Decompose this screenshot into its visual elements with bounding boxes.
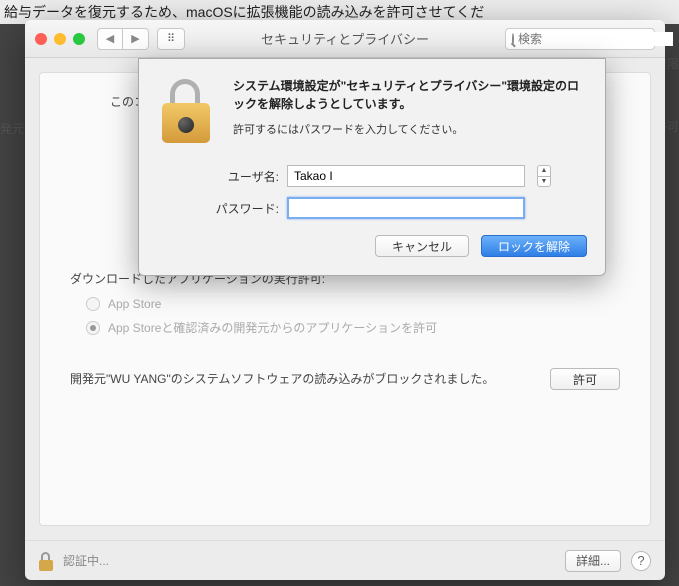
auth-dialog: システム環境設定が"セキュリティとプライバシー"環境設定のロックを解除しようとし… [138,58,606,276]
traffic-lights [35,33,85,45]
user-stepper[interactable]: ▲ ▼ [537,165,551,187]
search-input[interactable] [518,32,673,46]
details-button[interactable]: 詳細... [565,550,621,572]
zoom-window-icon[interactable] [73,33,85,45]
window-title: セキュリティとプライバシー [261,29,429,48]
close-window-icon[interactable] [35,33,47,45]
step-down-icon[interactable]: ▼ [537,176,551,188]
username-input[interactable] [287,165,525,187]
dialog-text: システム環境設定が"セキュリティとプライバシー"環境設定のロックを解除しようとし… [233,77,587,147]
footer: 認証中... 詳細... ? [25,540,665,580]
dialog-buttons: キャンセル ロックを解除 [157,235,587,257]
username-row: ユーザ名: ▲ ▼ [201,165,587,187]
radio-label: App Store [108,297,161,311]
password-row: パスワード: [201,197,587,219]
unlock-button[interactable]: ロックを解除 [481,235,587,257]
help-button[interactable]: ? [631,551,651,571]
blocked-text: 開発元"WU YANG"のシステムソフトウェアの読み込みがブロックされました。 [70,370,550,388]
radio-label: App Storeと確認済みの開発元からのアプリケーションを許可 [108,319,437,336]
radio-icon [86,321,100,335]
nav-buttons: ◀ ▶ [97,28,149,50]
forward-button[interactable]: ▶ [123,28,149,50]
minimize-window-icon[interactable] [54,33,66,45]
auth-fields: ユーザ名: ▲ ▼ パスワード: [201,165,587,219]
radio-icon [86,297,100,311]
password-label: パスワード: [201,200,279,217]
back-button[interactable]: ◀ [97,28,123,50]
footer-status: 認証中... [63,552,109,569]
search-field[interactable] [505,28,655,50]
search-icon [512,33,514,45]
radio-appstore: App Store [86,297,620,311]
show-all-button[interactable]: ⠿ [157,28,185,50]
lock-icon[interactable] [39,551,55,571]
cancel-button[interactable]: キャンセル [375,235,469,257]
dialog-header: システム環境設定が"セキュリティとプライバシー"環境設定のロックを解除しようとし… [157,77,587,147]
username-label: ユーザ名: [201,168,279,185]
side-text-right-top: 権限 [665,55,679,72]
lock-large-icon [157,77,217,147]
password-input[interactable] [287,197,525,219]
radio-identified: App Storeと確認済みの開発元からのアプリケーションを許可 [86,319,620,336]
step-up-icon[interactable]: ▲ [537,165,551,176]
dialog-subtitle: 許可するにはパスワードを入力してください。 [233,121,587,137]
side-text-right: 許可 [665,118,679,135]
footer-right: 詳細... ? [565,550,651,572]
titlebar: ◀ ▶ ⠿ セキュリティとプライバシー [25,20,665,58]
preferences-window: ◀ ▶ ⠿ セキュリティとプライバシー このコ ダウンロードしたアプリケーション… [25,20,665,580]
dialog-title: システム環境設定が"セキュリティとプライバシー"環境設定のロックを解除しようとし… [233,77,587,113]
blocked-software-row: 開発元"WU YANG"のシステムソフトウェアの読み込みがブロックされました。 … [70,368,620,390]
side-text-left: 発元 [0,120,25,137]
allow-button[interactable]: 許可 [550,368,620,390]
